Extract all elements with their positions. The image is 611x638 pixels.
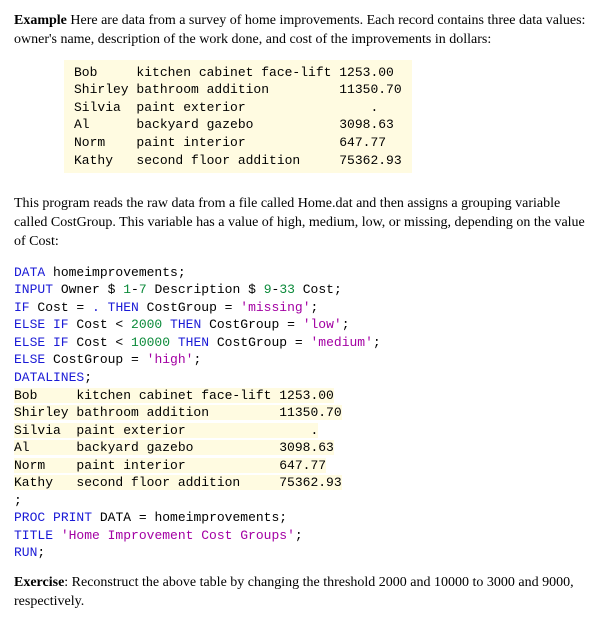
example-label: Example <box>14 13 67 28</box>
example-intro-text: Here are data from a survey of home impr… <box>14 13 585 47</box>
sas-code-block: DATA homeimprovements; INPUT Owner $ 1-7… <box>14 264 597 562</box>
example-intro: Example Here are data from a survey of h… <box>14 12 597 50</box>
exercise-line: Exercise: Reconstruct the above table by… <box>14 574 597 612</box>
exercise-label: Exercise <box>14 575 64 590</box>
para-program-desc: This program reads the raw data from a f… <box>14 195 597 252</box>
exercise-text: : Reconstruct the above table by changin… <box>14 575 574 609</box>
raw-data-block: Bob kitchen cabinet face-lift 1253.00 Sh… <box>64 60 412 173</box>
